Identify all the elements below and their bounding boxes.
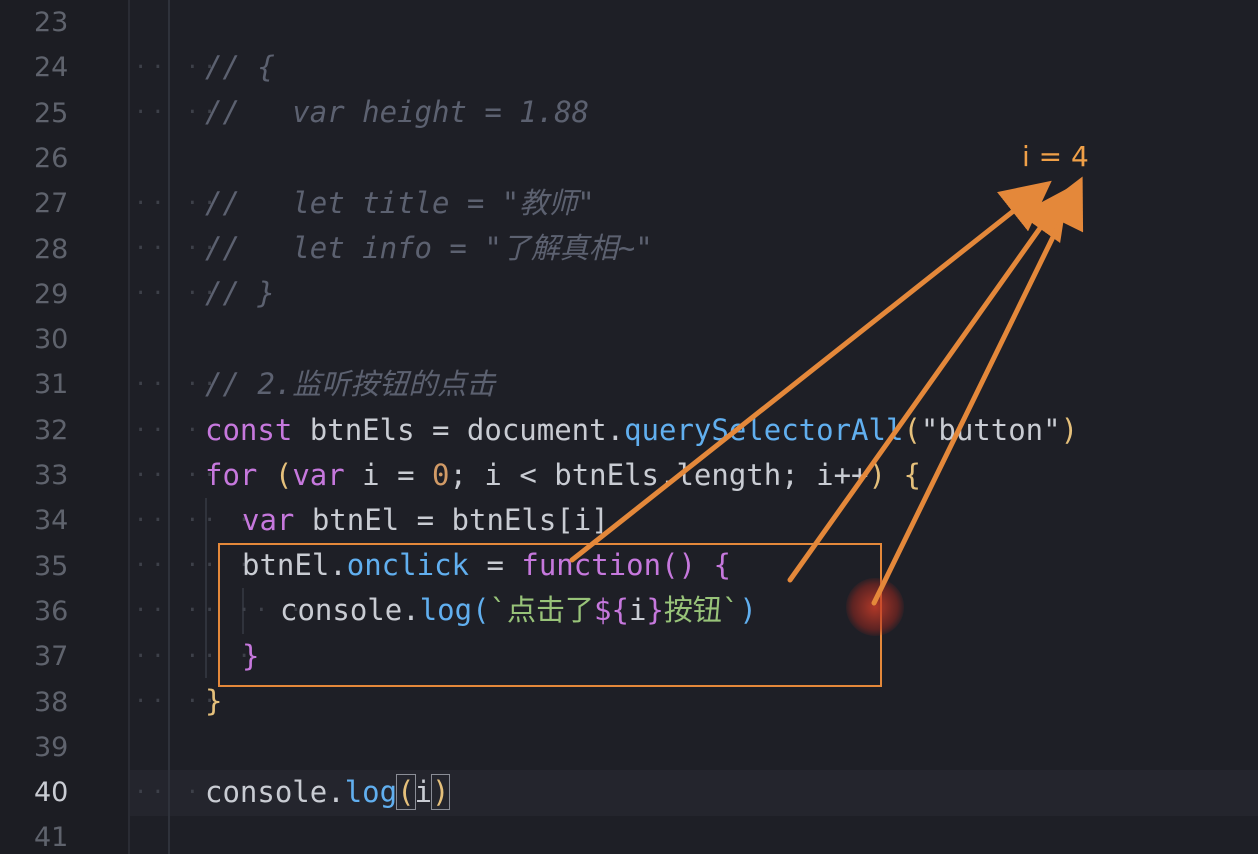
arrow-3: [871, 176, 1084, 606]
arrow-1: [569, 180, 1052, 563]
annotation-arrows: [569, 176, 1084, 606]
code-editor[interactable]: 23 24 25 26 27 28 29 30 31 32 33 34 35 36 37 38 39 40 41 ·…: [0, 0, 1258, 854]
arrow-2: [787, 187, 1069, 583]
